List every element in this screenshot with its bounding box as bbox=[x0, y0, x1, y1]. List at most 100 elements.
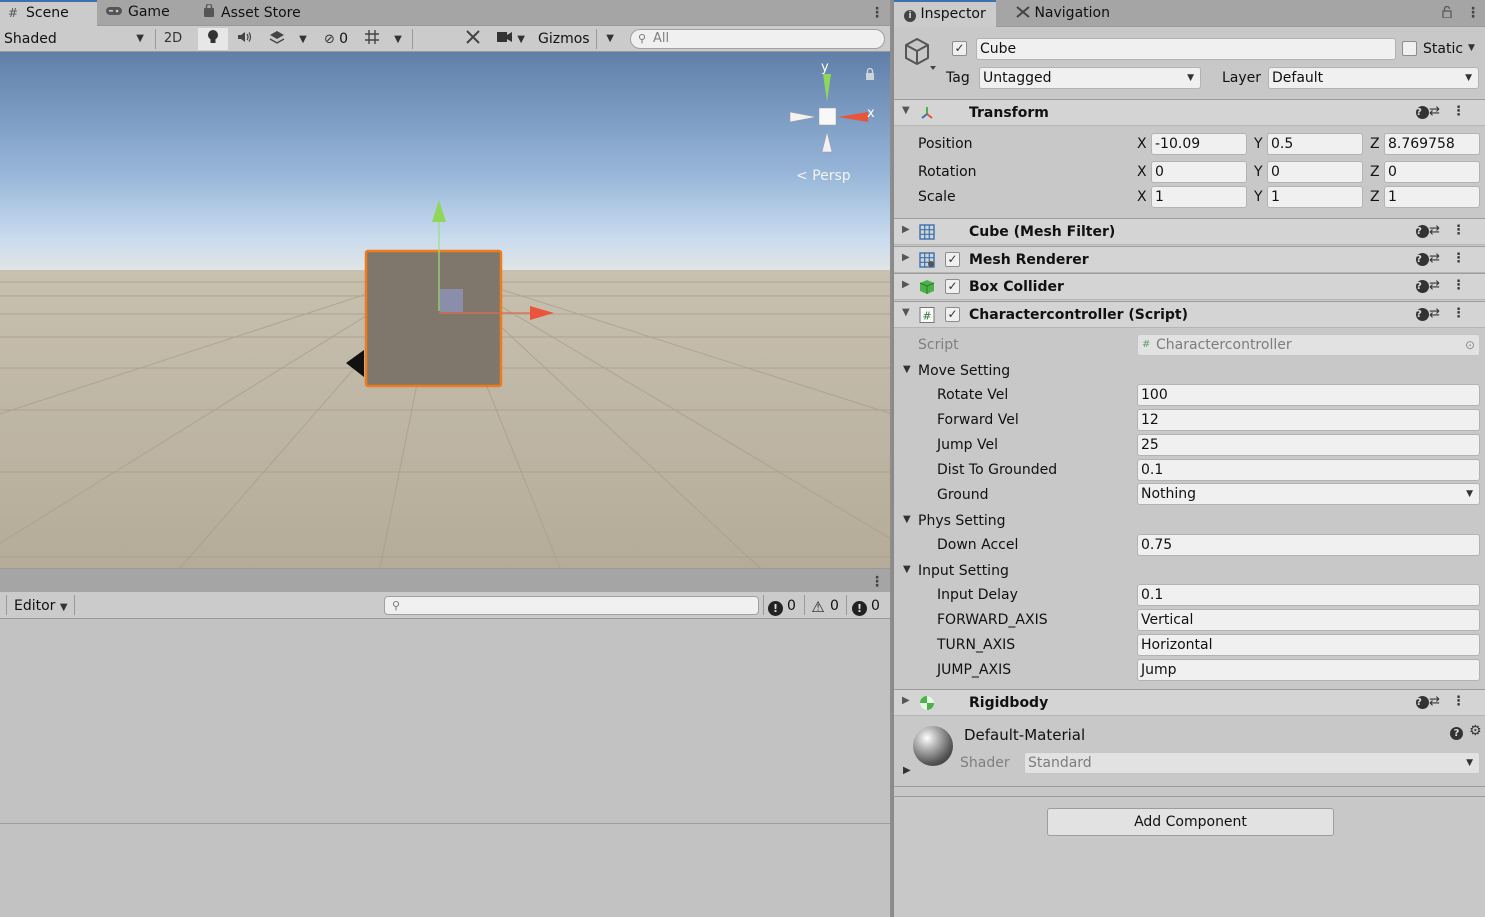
help-icon[interactable]: ? bbox=[1416, 308, 1430, 321]
input-setting-foldout[interactable]: Input Setting bbox=[918, 561, 1009, 581]
lock-icon[interactable] bbox=[1442, 5, 1452, 22]
dist-to-grounded-field[interactable]: 0.1 bbox=[1137, 459, 1480, 481]
help-icon[interactable]: ? bbox=[1416, 280, 1430, 293]
rigidbody-header[interactable]: ▶ Rigidbody ?⇄⋮ bbox=[894, 689, 1485, 716]
error-count-toggle[interactable]: ! 0 bbox=[852, 595, 880, 617]
rotation-z-field[interactable]: 0 bbox=[1384, 161, 1480, 183]
help-icon[interactable]: ? bbox=[1416, 696, 1430, 709]
help-icon[interactable]: ? bbox=[1416, 225, 1430, 238]
tab-scene[interactable]: # Scene bbox=[0, 0, 97, 26]
shading-mode-dropdown[interactable]: Shaded ▼ bbox=[4, 28, 150, 50]
scale-y-field[interactable]: 1 bbox=[1267, 186, 1363, 208]
presets-icon[interactable]: ⇄ bbox=[1429, 278, 1452, 293]
tab-inspector[interactable]: i Inspector bbox=[894, 0, 996, 27]
orientation-gizmo[interactable] bbox=[778, 62, 878, 172]
turn-axis-field[interactable]: Horizontal bbox=[1137, 634, 1480, 656]
mesh-renderer-header[interactable]: ▶ ✓ Mesh Renderer ?⇄⋮ bbox=[894, 246, 1485, 273]
lighting-toggle-button[interactable] bbox=[198, 28, 228, 50]
tools-button[interactable] bbox=[460, 28, 486, 50]
camera-dropdown[interactable]: ▼ bbox=[492, 28, 530, 50]
tag-dropdown[interactable]: Untagged bbox=[979, 67, 1201, 89]
gameobject-active-checkbox[interactable]: ✓ bbox=[952, 41, 967, 56]
static-checkbox[interactable] bbox=[1402, 41, 1417, 56]
fold-open-icon[interactable]: ▼ bbox=[902, 307, 910, 318]
material-preview-sphere-icon[interactable] bbox=[913, 726, 953, 766]
presets-icon[interactable]: ⇄ bbox=[1429, 694, 1452, 709]
toggle-2d-button[interactable]: 2D bbox=[158, 28, 188, 50]
script-enabled-checkbox[interactable]: ✓ bbox=[945, 307, 960, 322]
forward-axis-field[interactable]: Vertical bbox=[1137, 609, 1480, 631]
kebab-icon[interactable]: ⋮ bbox=[1452, 223, 1477, 238]
log-count-toggle[interactable]: ! 0 bbox=[768, 595, 796, 617]
effects-toggle-button[interactable] bbox=[262, 28, 292, 50]
fold-open-icon[interactable]: ▼ bbox=[902, 105, 910, 116]
fold-open-icon[interactable]: ▼ bbox=[903, 364, 911, 375]
down-accel-field[interactable]: 0.75 bbox=[1137, 534, 1480, 556]
jump-vel-field[interactable]: 25 bbox=[1137, 434, 1480, 456]
box-collider-enabled-checkbox[interactable]: ✓ bbox=[945, 279, 960, 294]
projection-toggle[interactable]: < Persp bbox=[796, 168, 851, 184]
hidden-objects-toggle[interactable]: ⊘ 0 bbox=[316, 28, 356, 50]
console-log-list[interactable] bbox=[0, 619, 890, 824]
mesh-filter-header[interactable]: ▶ Cube (Mesh Filter) ?⇄⋮ bbox=[894, 218, 1485, 245]
position-z-field[interactable]: 8.769758 bbox=[1384, 133, 1480, 155]
help-icon[interactable]: ? bbox=[1416, 253, 1430, 266]
kebab-icon[interactable]: ⋮ bbox=[1452, 694, 1477, 709]
audio-toggle-button[interactable] bbox=[230, 28, 260, 50]
position-y-field[interactable]: 0.5 bbox=[1267, 133, 1363, 155]
kebab-icon[interactable]: ⋮ bbox=[1452, 306, 1477, 321]
presets-icon[interactable]: ⇄ bbox=[1429, 306, 1452, 321]
mesh-renderer-enabled-checkbox[interactable]: ✓ bbox=[945, 252, 960, 267]
input-delay-field[interactable]: 0.1 bbox=[1137, 584, 1480, 606]
tab-asset-store[interactable]: Asset Store bbox=[195, 0, 309, 26]
console-detail-pane[interactable] bbox=[0, 824, 890, 917]
add-component-button[interactable]: Add Component bbox=[1047, 808, 1334, 836]
grid-dropdown[interactable]: ▼ bbox=[388, 28, 408, 50]
move-setting-foldout[interactable]: Move Setting bbox=[918, 361, 1010, 381]
phys-setting-foldout[interactable]: Phys Setting bbox=[918, 511, 1005, 531]
rotation-y-field[interactable]: 0 bbox=[1267, 161, 1363, 183]
fold-closed-icon[interactable]: ▶ bbox=[902, 695, 910, 706]
help-icon[interactable]: ? bbox=[1450, 727, 1463, 740]
shader-dropdown[interactable]: Standard bbox=[1024, 752, 1480, 774]
console-search-input[interactable]: ⚲ bbox=[384, 596, 759, 615]
tab-game[interactable]: Game bbox=[98, 0, 178, 26]
gameobject-name-field[interactable]: Cube bbox=[976, 38, 1396, 60]
rotation-x-field[interactable]: 0 bbox=[1151, 161, 1247, 183]
fold-open-icon[interactable]: ▼ bbox=[903, 564, 911, 575]
help-icon[interactable]: ? bbox=[1416, 106, 1430, 119]
presets-icon[interactable]: ⇄ bbox=[1429, 104, 1452, 119]
console-menu-kebab-icon[interactable]: ⋮ bbox=[870, 575, 884, 589]
presets-icon[interactable]: ⇄ bbox=[1429, 251, 1452, 266]
fold-closed-icon[interactable]: ▶ bbox=[903, 765, 911, 776]
jump-axis-field[interactable]: Jump bbox=[1137, 659, 1480, 681]
warning-count-toggle[interactable]: ⚠ 0 bbox=[810, 595, 839, 617]
kebab-icon[interactable]: ⋮ bbox=[1452, 104, 1477, 119]
kebab-icon[interactable]: ⋮ bbox=[1452, 251, 1477, 266]
kebab-icon[interactable]: ⋮ bbox=[1452, 278, 1477, 293]
forward-vel-field[interactable]: 12 bbox=[1137, 409, 1480, 431]
layer-dropdown[interactable]: Default bbox=[1268, 67, 1479, 89]
rotate-vel-field[interactable]: 100 bbox=[1137, 384, 1480, 406]
lock-icon[interactable] bbox=[865, 67, 875, 84]
box-collider-header[interactable]: ▶ ✓ Box Collider ?⇄⋮ bbox=[894, 273, 1485, 300]
settings-gear-icon[interactable]: ⚙ bbox=[1469, 723, 1482, 739]
grid-snap-button[interactable] bbox=[360, 28, 384, 50]
fold-closed-icon[interactable]: ▶ bbox=[902, 252, 910, 263]
scene-viewport[interactable]: y x < Persp bbox=[0, 52, 890, 568]
transform-header[interactable]: ▼ Transform ?⇄⋮ bbox=[894, 99, 1485, 126]
editor-dropdown[interactable]: Editor ▼ bbox=[14, 595, 74, 617]
gizmos-dropdown[interactable]: Gizmos ▼ bbox=[534, 28, 620, 50]
presets-icon[interactable]: ⇄ bbox=[1429, 223, 1452, 238]
position-x-field[interactable]: -10.09 bbox=[1151, 133, 1247, 155]
inspector-menu-kebab-icon[interactable]: ⋮ bbox=[1466, 6, 1480, 20]
scene-search-input[interactable]: ⚲ All bbox=[630, 29, 885, 49]
scale-x-field[interactable]: 1 bbox=[1151, 186, 1247, 208]
scale-z-field[interactable]: 1 bbox=[1384, 186, 1480, 208]
static-dropdown-icon[interactable]: ▼ bbox=[1468, 43, 1475, 53]
tab-navigation[interactable]: Navigation bbox=[1006, 0, 1120, 27]
script-component-header[interactable]: ▼ # ✓ Charactercontroller (Script) ?⇄⋮ bbox=[894, 301, 1485, 328]
scene-menu-kebab-icon[interactable]: ⋮ bbox=[870, 6, 884, 20]
effects-dropdown[interactable]: ▼ bbox=[294, 28, 312, 50]
fold-closed-icon[interactable]: ▶ bbox=[902, 279, 910, 290]
